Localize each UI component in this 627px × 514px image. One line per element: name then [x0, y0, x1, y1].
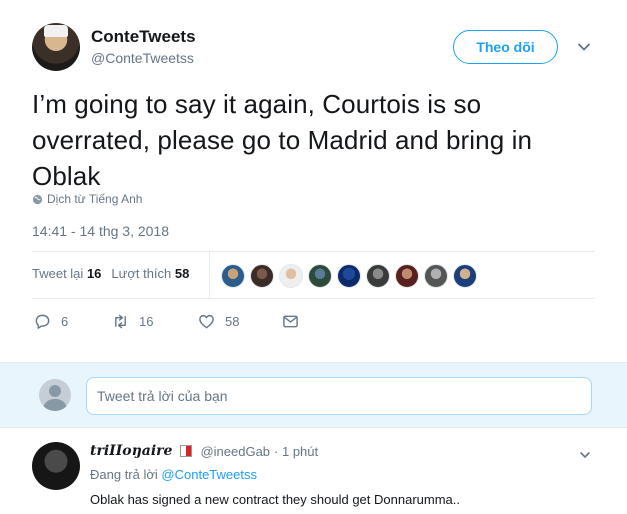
author-handle[interactable]: @ConteTweetss: [91, 50, 194, 66]
reply-text: Oblak has signed a new contract they sho…: [90, 492, 460, 507]
retweets-label: Tweet lại: [32, 266, 84, 281]
retweet-icon: [115, 314, 126, 329]
heart-icon: [199, 314, 214, 329]
chevron-down-icon[interactable]: [579, 449, 591, 461]
retweet-action[interactable]: 16: [112, 313, 198, 330]
tweet-detail: ConteTweets @ConteTweetss Theo dõi I’m g…: [0, 0, 627, 362]
avatar-crown-decoration: [44, 25, 68, 37]
liker-avatar[interactable]: [308, 264, 332, 288]
reply-count: 6: [61, 314, 69, 329]
envelope-icon: [283, 315, 298, 328]
like-count: 58: [225, 314, 240, 329]
tweet-actions: 6 16 58: [34, 313, 299, 330]
liker-avatar[interactable]: [395, 264, 419, 288]
author-avatar[interactable]: [32, 23, 80, 71]
like-action[interactable]: 58: [198, 313, 282, 330]
replying-to: Đang trả lời @ConteTweetss: [90, 467, 257, 482]
reply-input[interactable]: Tweet trả lời của bạn: [86, 377, 592, 415]
reply-action[interactable]: 6: [34, 313, 112, 330]
retweet-count: 16: [139, 314, 154, 329]
globe-icon: [32, 194, 43, 204]
likes-count: 58: [174, 266, 190, 281]
direct-message-action[interactable]: [282, 313, 299, 330]
stats-separator: [209, 252, 210, 298]
translate-label: Dịch từ Tiếng Anh: [47, 192, 143, 206]
replying-to-label: Đang trả lời: [90, 467, 158, 482]
flag-icon: [180, 445, 193, 457]
liker-avatar[interactable]: [221, 264, 245, 288]
reply-author-avatar[interactable]: [32, 442, 80, 490]
retweets-count: 16: [86, 266, 102, 281]
translate-link[interactable]: Dịch từ Tiếng Anh: [32, 192, 142, 206]
follow-button[interactable]: Theo dõi: [453, 30, 558, 64]
liker-avatar[interactable]: [250, 264, 274, 288]
liker-avatar[interactable]: [337, 264, 361, 288]
liker-avatar[interactable]: [279, 264, 303, 288]
reply-author-handle[interactable]: @ineedGab: [200, 444, 270, 459]
tweet-stats: Tweet lại 16 Lượt thích 58: [32, 266, 189, 281]
divider: [32, 298, 595, 299]
reply-composer: Tweet trả lời của bạn: [0, 362, 627, 428]
liker-avatar[interactable]: [453, 264, 477, 288]
default-user-icon: [43, 385, 67, 411]
likes-label: Lượt thích: [111, 266, 172, 281]
divider: [32, 251, 595, 252]
chevron-down-icon[interactable]: [577, 40, 591, 54]
reply-author-name[interactable]: triIIoŋaire: [90, 443, 172, 459]
reply-time[interactable]: · 1 phút: [274, 444, 318, 459]
liker-avatar[interactable]: [424, 264, 448, 288]
tweet-timestamp[interactable]: 14:41 - 14 thg 3, 2018: [32, 223, 169, 239]
reply-tweet[interactable]: triIIoŋaire @ineedGab · 1 phút Đang trả …: [0, 429, 627, 514]
replying-to-handle[interactable]: @ConteTweetss: [161, 467, 257, 482]
likes-stat[interactable]: Lượt thích 58: [111, 266, 189, 281]
current-user-avatar: [39, 379, 71, 411]
author-name[interactable]: ConteTweets: [91, 27, 196, 47]
liker-avatars: [221, 264, 477, 288]
reply-header: triIIoŋaire @ineedGab · 1 phút: [90, 443, 318, 459]
liker-avatar[interactable]: [366, 264, 390, 288]
retweet-stat[interactable]: Tweet lại 16: [32, 266, 101, 281]
tweet-text: I’m going to say it again, Courtois is s…: [32, 89, 533, 191]
reply-icon: [35, 314, 50, 329]
